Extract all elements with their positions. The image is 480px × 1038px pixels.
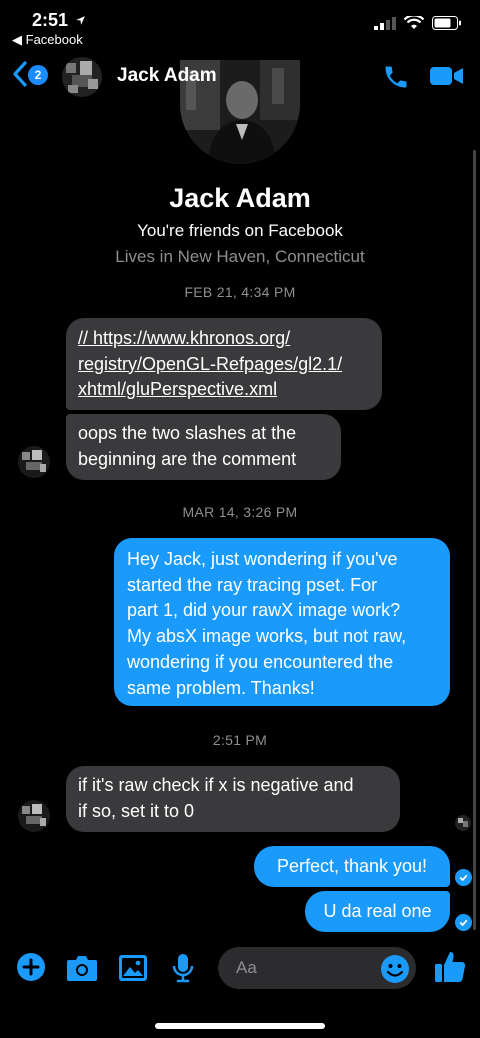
profile-location: Lives in New Haven, Connecticut: [115, 247, 365, 266]
sender-avatar[interactable]: [18, 446, 50, 478]
message-text: wondering if you encountered the: [127, 651, 394, 672]
home-indicator[interactable]: [155, 1023, 325, 1029]
message-text: Hey Jack, just wondering if you've: [127, 549, 398, 569]
status-back-to-app[interactable]: ◀ Facebook: [12, 32, 83, 48]
emoji-button[interactable]: [380, 954, 410, 989]
battery-icon: [432, 16, 461, 30]
add-button[interactable]: [16, 952, 46, 987]
gallery-button[interactable]: [118, 954, 148, 987]
voice-button[interactable]: [172, 953, 194, 988]
delivered-check-icon: [455, 869, 472, 886]
message-text: if it's raw check if x is negative and: [78, 775, 354, 795]
message-link[interactable]: xhtml/gluPerspective.xml: [78, 377, 370, 403]
message-bubble-incoming[interactable]: if it's raw check if x is negative and i…: [66, 766, 400, 832]
back-button[interactable]: [12, 60, 28, 93]
call-button[interactable]: [382, 63, 410, 96]
timestamp: MAR 14, 3:26 PM: [182, 504, 298, 520]
timestamp: 2:51 PM: [212, 732, 268, 748]
message-text: U da real one: [323, 901, 432, 921]
message-bubble-outgoing[interactable]: Perfect, thank you!: [254, 846, 450, 887]
phone-icon: [385, 66, 407, 88]
back-triangle-icon: ◀: [12, 32, 22, 47]
unread-count-badge: 2: [28, 65, 48, 85]
location-arrow-icon: [76, 16, 85, 25]
message-text: part 1, did your rawX image work?: [127, 600, 401, 621]
message-bubble-outgoing[interactable]: U da real one: [305, 891, 450, 932]
video-camera-icon: [430, 67, 463, 85]
message-text: started the ray tracing pset. For: [127, 574, 378, 595]
camera-button[interactable]: [66, 954, 98, 987]
message-text: beginning are the comment: [78, 448, 297, 469]
status-time: 2:51: [32, 10, 86, 31]
plus-icon: [17, 953, 45, 981]
message-text: oops the two slashes at the: [78, 423, 297, 443]
microphone-icon: [172, 954, 194, 983]
message-bubble-incoming[interactable]: // https://www.khronos.org/ registry/Ope…: [66, 318, 382, 410]
message-text: same problem. Thanks!: [127, 677, 315, 698]
status-indicators: [374, 16, 462, 30]
image-icon: [119, 955, 147, 981]
message-text: Perfect, thank you!: [276, 856, 428, 876]
wifi-icon: [404, 16, 424, 29]
camera-icon: [67, 956, 97, 981]
delivered-check-icon: [455, 914, 472, 931]
message-link[interactable]: registry/OpenGL-Refpages/gl2.1/: [78, 352, 370, 378]
seen-avatar: [455, 815, 471, 831]
video-call-button[interactable]: [430, 64, 464, 93]
chevron-left-icon: [13, 61, 27, 87]
friends-status: You're friends on Facebook: [137, 221, 343, 240]
message-bubble-incoming[interactable]: oops the two slashes at the beginning ar…: [66, 414, 341, 480]
emoji-icon: [381, 955, 409, 983]
cellular-signal-icon: [374, 16, 396, 30]
message-input-placeholder: Aa: [236, 958, 257, 977]
header-avatar[interactable]: [62, 57, 102, 97]
message-link[interactable]: // https://www.khronos.org/: [78, 326, 370, 352]
thumbs-up-icon: [435, 952, 466, 982]
timestamp: FEB 21, 4:34 PM: [184, 284, 296, 300]
scrollbar[interactable]: [473, 150, 476, 930]
message-bubble-outgoing[interactable]: Hey Jack, just wondering if you've start…: [114, 538, 450, 706]
sender-avatar[interactable]: [18, 800, 50, 832]
header-contact-name[interactable]: Jack Adam: [117, 65, 217, 87]
like-button[interactable]: [434, 950, 466, 989]
message-text: My absX image works, but not raw,: [127, 626, 407, 647]
message-text: if so, set it to 0: [78, 800, 195, 821]
profile-name: Jack Adam: [169, 183, 311, 213]
